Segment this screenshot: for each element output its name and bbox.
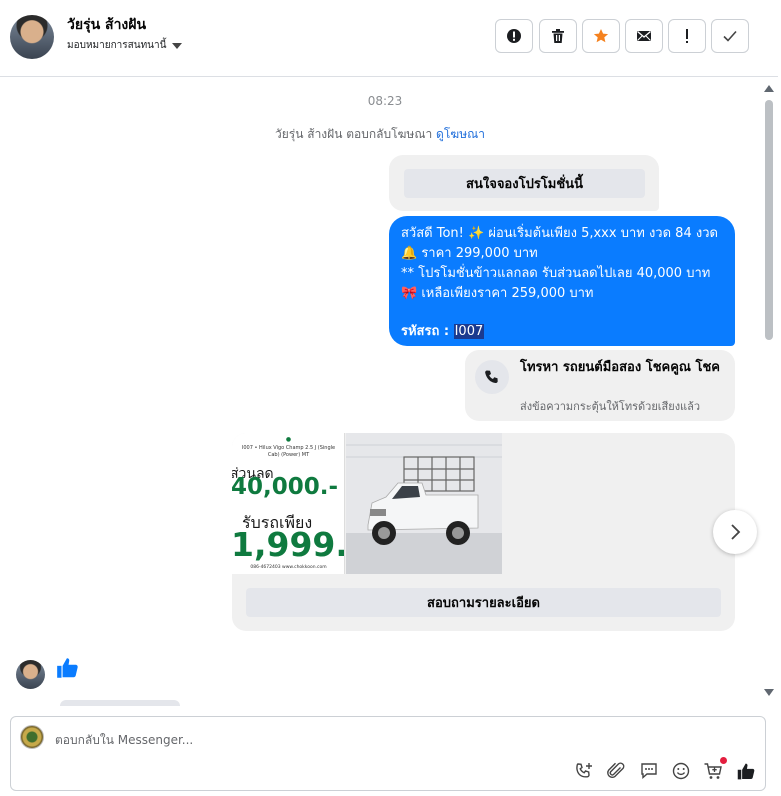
important-button[interactable] bbox=[668, 19, 706, 53]
report-button[interactable] bbox=[495, 19, 533, 53]
trash-icon bbox=[552, 29, 564, 43]
interest-card: สนใจจองโปรโมชั่นนี้ bbox=[389, 155, 659, 211]
thumbs-up-icon bbox=[57, 658, 78, 678]
mail-icon bbox=[637, 31, 651, 41]
view-ad-link[interactable]: ดูโฆษณา bbox=[436, 127, 485, 141]
quick-reply-button[interactable] bbox=[638, 760, 660, 782]
star-button[interactable] bbox=[582, 19, 620, 53]
like-reaction bbox=[55, 655, 81, 685]
check-icon bbox=[723, 30, 737, 42]
message-line: 🔔 ราคา 299,000 บาท bbox=[401, 246, 538, 261]
discount-value: 40,000.- bbox=[232, 474, 339, 500]
attach-icon bbox=[607, 762, 625, 778]
sender-avatar[interactable] bbox=[16, 660, 45, 689]
chevron-right-icon bbox=[731, 524, 741, 540]
ad-reply-note: วัยรุ่น ส้างฝัน ตอบกลับโฆษณา ดูโฆษณา bbox=[0, 125, 760, 144]
mail-button[interactable] bbox=[625, 19, 663, 53]
assign-label: มอบหมายการสนทนานี้ bbox=[67, 40, 167, 51]
outgoing-message-bubble[interactable]: สวัสดี Ton! ✨ ผ่อนเริ่มต้นเพียง 5,xxx บา… bbox=[389, 216, 735, 346]
car-code-value: I007 bbox=[453, 324, 485, 339]
message-line: สวัสดี Ton! ✨ ผ่อนเริ่มต้นเพียง 5,xxx บา… bbox=[401, 226, 718, 241]
promo-logo-icon: ● bbox=[285, 436, 292, 443]
down-value: 1,999.- bbox=[232, 525, 344, 564]
phone-icon bbox=[475, 360, 509, 394]
ad-reply-text: วัยรุ่น ส้างฝัน ตอบกลับโฆษณา bbox=[275, 127, 433, 141]
contact-name[interactable]: วัยรุ่น ส้างฝัน bbox=[67, 14, 146, 36]
scroll-down-arrow[interactable] bbox=[764, 689, 774, 696]
pickup-truck-photo[interactable] bbox=[346, 433, 502, 574]
cart-button[interactable] bbox=[702, 757, 727, 782]
star-icon bbox=[593, 29, 609, 43]
chevron-down-icon bbox=[172, 42, 183, 49]
message-composer[interactable]: ตอบกลับใน Messenger... bbox=[10, 716, 766, 791]
promo-image[interactable]: ● I007 • Hilux Vigo Champ 2.5 J (Single … bbox=[232, 433, 345, 574]
page-avatar bbox=[20, 725, 44, 749]
delete-button[interactable] bbox=[539, 19, 577, 53]
send-like-button[interactable] bbox=[735, 760, 757, 782]
scroll-up-arrow[interactable] bbox=[764, 85, 774, 92]
cart-icon bbox=[704, 763, 722, 779]
emoji-button[interactable] bbox=[670, 760, 692, 782]
call-card[interactable]: โทรหา รถยนต์มือสอง โชคคูณ โชค ส่งข้อความ… bbox=[465, 350, 735, 421]
assign-dropdown[interactable]: มอบหมายการสนทนานี้ bbox=[67, 38, 183, 53]
car-code-line: รหัสรถ : I007 bbox=[401, 322, 723, 342]
emoji-icon bbox=[672, 762, 690, 780]
done-button[interactable] bbox=[711, 19, 749, 53]
next-message-peek bbox=[60, 700, 180, 706]
message-line: 🎀 เหลือเพียงราคา 259,000 บาท bbox=[401, 286, 594, 301]
call-card-subtitle: ส่งข้อความกระตุ้นให้โทรด้วยเสียงแล้ว bbox=[520, 400, 701, 413]
quick-reply-icon bbox=[641, 763, 657, 780]
attach-button[interactable] bbox=[605, 760, 627, 782]
car-code-label: รหัสรถ : bbox=[401, 324, 454, 339]
carousel-next-button[interactable] bbox=[713, 510, 757, 554]
contact-avatar[interactable] bbox=[10, 15, 54, 59]
exclamation-icon bbox=[686, 29, 688, 43]
product-carousel: ● I007 • Hilux Vigo Champ 2.5 J (Single … bbox=[232, 433, 735, 631]
report-icon bbox=[507, 29, 521, 43]
call-plus-button[interactable] bbox=[573, 760, 595, 782]
promo-top-text: I007 • Hilux Vigo Champ 2.5 J (Single Ca… bbox=[241, 445, 336, 458]
call-plus-icon bbox=[576, 763, 592, 778]
conversation-header: วัยรุ่น ส้างฝัน มอบหมายการสนทนานี้ bbox=[0, 0, 778, 77]
inquire-details-button[interactable]: สอบถามรายละเอียด bbox=[246, 588, 721, 617]
like-icon bbox=[737, 763, 754, 779]
scrollbar-thumb[interactable] bbox=[765, 100, 773, 340]
interest-button[interactable]: สนใจจองโปรโมชั่นนี้ bbox=[404, 169, 645, 198]
reply-input[interactable]: ตอบกลับใน Messenger... bbox=[55, 731, 193, 750]
call-card-title: โทรหา รถยนต์มือสอง โชคคูณ โชค bbox=[520, 360, 721, 375]
message-timestamp: 08:23 bbox=[367, 94, 403, 108]
promo-footer: 086-4672403 www.chokkoon.com bbox=[250, 565, 327, 570]
message-line: ** โปรโมชั่นข้าวแลกลด รับส่วนลดไปเลย 40,… bbox=[401, 266, 711, 281]
notification-dot bbox=[720, 757, 727, 764]
